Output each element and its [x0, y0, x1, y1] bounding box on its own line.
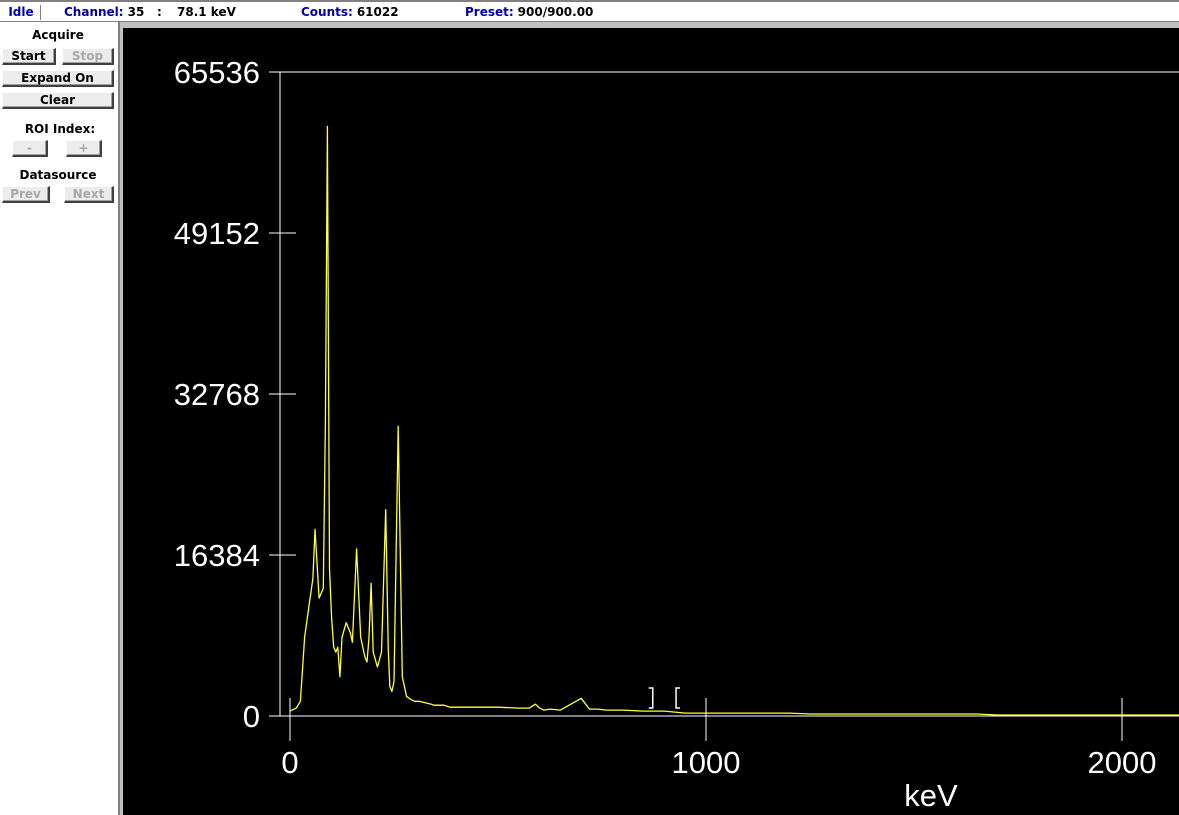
clear-button[interactable]: Clear [2, 92, 114, 109]
x-tick-label: 1000 [672, 745, 741, 780]
start-button[interactable]: Start [2, 48, 56, 65]
energy-value: 78.1 keV [177, 5, 236, 19]
y-tick-label: 32768 [174, 377, 260, 412]
channel-separator: : [157, 5, 162, 19]
status-bar: Idle Channel: 35 : 78.1 keV Counts: 61022 … [0, 0, 1179, 22]
x-axis-label: keV [904, 778, 958, 813]
spectrum-plot[interactable]: 0 16384 32768 49152 65536 0 1000 2000 keV [123, 28, 1179, 815]
counts-value: 61022 [356, 5, 399, 19]
channel-label: Channel: [64, 5, 124, 19]
datasource-title: Datasource [19, 168, 97, 182]
preset-readout: Preset: 900/900.00 [465, 5, 593, 19]
counts-label: Counts: [301, 5, 353, 19]
preset-label: Preset: [465, 5, 514, 19]
roi-prev-button[interactable]: - [12, 140, 48, 157]
stop-button[interactable]: Stop [62, 48, 114, 65]
expand-button[interactable]: Expand On [2, 70, 114, 87]
preset-value: 900/900.00 [517, 5, 594, 19]
roi-next-button[interactable]: + [66, 140, 102, 157]
y-tick-label: 49152 [174, 216, 260, 251]
spectrum-series-line [289, 125, 1179, 716]
y-tick-label: 16384 [174, 538, 260, 573]
channel-value: 35 [127, 5, 145, 19]
y-tick-label: 0 [243, 699, 260, 734]
datasource-next-button[interactable]: Next [64, 186, 114, 203]
roi-index-title: ROI Index: [24, 122, 96, 136]
x-tick-label: 2000 [1088, 745, 1157, 780]
acquire-title: Acquire [32, 28, 84, 42]
datasource-prev-button[interactable]: Prev [2, 186, 50, 203]
x-tick-label: 0 [281, 745, 298, 780]
roi-marker [648, 687, 654, 709]
control-panel: Acquire Start Stop Expand On Clear ROI I… [0, 22, 118, 815]
y-tick-label: 65536 [174, 55, 260, 90]
counts-readout: Counts: 61022 [301, 5, 399, 19]
roi-marker [675, 687, 681, 709]
channel-readout: Channel: 35 [64, 5, 144, 19]
acquisition-state: Idle [2, 5, 41, 20]
